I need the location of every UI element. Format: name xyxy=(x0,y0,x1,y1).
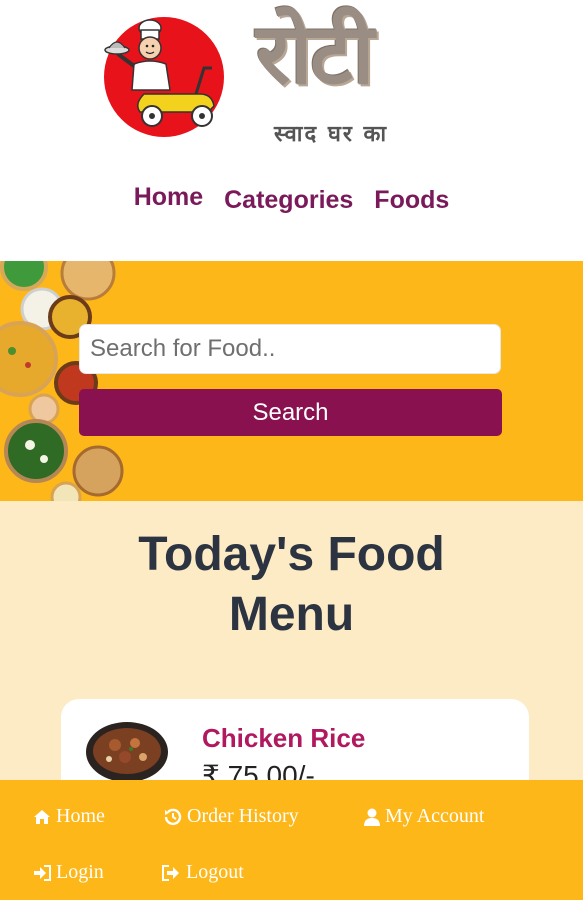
nav-categories-link[interactable]: Categories xyxy=(224,186,353,215)
logout-icon xyxy=(162,864,179,881)
brand-name: रोटी xyxy=(256,4,374,103)
search-button[interactable]: Search xyxy=(79,389,502,436)
nav-home-link[interactable]: Home xyxy=(134,183,203,212)
menu-title: Today's Food Menu xyxy=(0,525,583,645)
brand-logo[interactable]: रोटी स्वाद घर का xyxy=(252,4,452,158)
menu-title-line1: Today's Food xyxy=(138,528,445,581)
bottom-nav-home-label: Home xyxy=(56,805,105,827)
user-icon xyxy=(364,808,380,826)
brand-tagline: स्वाद घर का xyxy=(274,121,389,147)
bottom-nav-logout-label: Logout xyxy=(186,861,244,883)
chicken-rice-image xyxy=(86,722,168,782)
home-icon xyxy=(34,809,50,824)
bottom-nav-order-history-label: Order History xyxy=(187,805,299,827)
history-icon xyxy=(164,808,182,825)
menu-title-line2: Menu xyxy=(228,588,355,641)
main-nav: Home Categories Foods xyxy=(0,183,583,215)
bottom-nav-my-account[interactable]: My Account xyxy=(364,805,484,828)
login-icon xyxy=(34,864,51,881)
food-search-section: Search xyxy=(0,261,583,501)
chef-scooter-logo[interactable] xyxy=(104,14,225,140)
header: रोटी स्वाद घर का Home Categories Foods xyxy=(0,0,583,261)
bottom-nav-login[interactable]: Login xyxy=(33,861,104,884)
nav-foods-link[interactable]: Foods xyxy=(374,186,449,215)
bottom-nav-order-history[interactable]: Order History xyxy=(164,805,299,828)
food-bowls-decoration xyxy=(0,261,124,501)
bottom-nav-logout[interactable]: Logout xyxy=(162,861,244,884)
bottom-nav-home[interactable]: Home xyxy=(33,805,105,828)
bottom-nav-login-label: Login xyxy=(56,861,104,883)
search-input[interactable] xyxy=(79,324,501,374)
food-item-name: Chicken Rice xyxy=(202,723,366,753)
bottom-navigation: Home Order History My Account Login Logo… xyxy=(0,780,583,900)
bottom-nav-my-account-label: My Account xyxy=(385,805,485,827)
